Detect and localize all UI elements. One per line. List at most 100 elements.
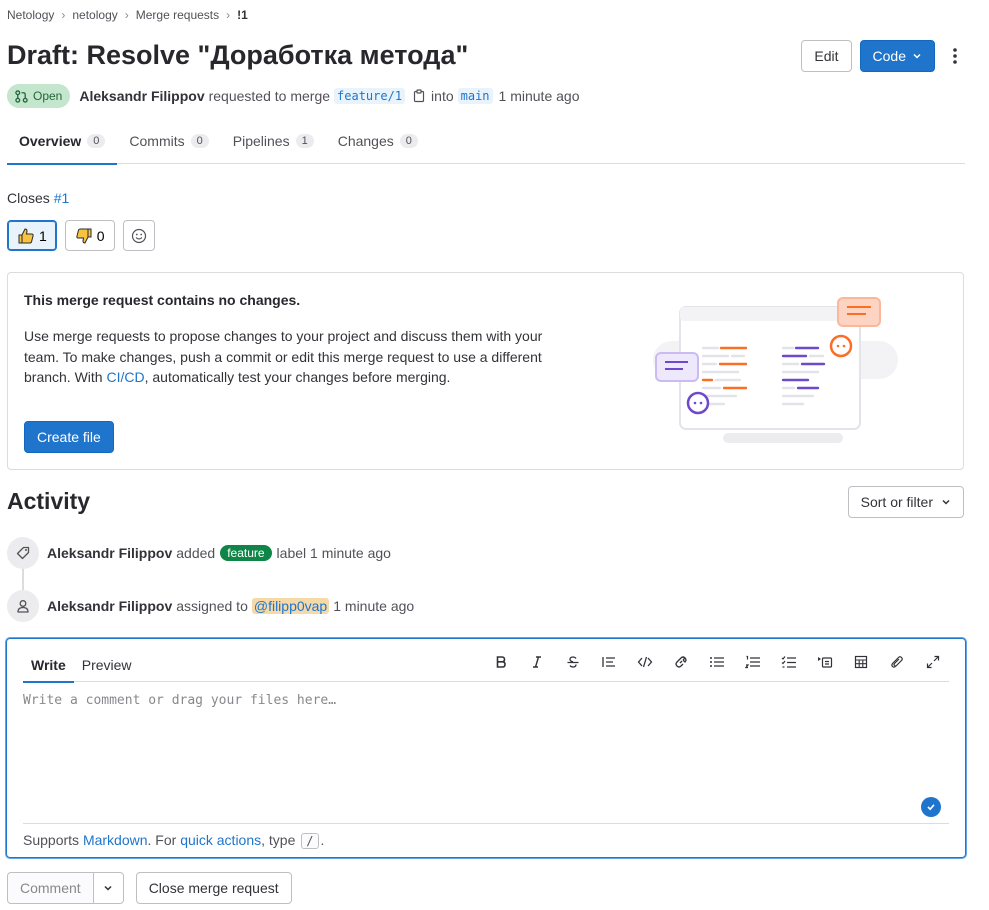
tab-pipelines[interactable]: Pipelines 1	[221, 118, 326, 164]
status-badge: Open	[7, 84, 71, 108]
event-author[interactable]: Aleksandr Filippov	[47, 545, 172, 561]
comment-split-button: Comment	[7, 872, 124, 904]
event-action: added	[176, 545, 216, 561]
comment-type-dropdown[interactable]	[93, 872, 124, 904]
thumbsup-count: 1	[39, 227, 47, 244]
event-author[interactable]: Aleksandr Filippov	[47, 598, 172, 614]
copy-icon[interactable]	[413, 89, 426, 103]
bold-icon[interactable]	[489, 651, 513, 673]
italic-icon[interactable]	[525, 651, 549, 673]
into-text: into	[431, 88, 454, 104]
thumbsdown-award-button[interactable]: 0	[64, 220, 115, 251]
tab-label: Commits	[129, 133, 185, 149]
table-icon[interactable]	[849, 651, 873, 673]
source-branch[interactable]: feature/1	[334, 88, 406, 104]
strikethrough-icon[interactable]	[561, 651, 585, 673]
thumbsdown-count: 0	[96, 227, 105, 244]
smiley-icon	[131, 228, 147, 244]
empty-state-text-end: , automatically test your changes before…	[144, 369, 451, 385]
chevron-down-icon	[103, 883, 113, 893]
create-file-button[interactable]: Create file	[24, 421, 114, 453]
breadcrumb: Netology › netology › Merge requests › !…	[7, 8, 248, 22]
tab-count: 0	[399, 134, 418, 148]
task-list-icon[interactable]	[777, 651, 801, 673]
breadcrumb-item-current[interactable]: !1	[237, 8, 248, 22]
user-icon	[7, 590, 39, 622]
page-title: Draft: Resolve "Доработка метода"	[7, 40, 469, 70]
empty-state-description: Use merge requests to propose changes to…	[24, 326, 564, 388]
tab-preview[interactable]: Preview	[74, 647, 140, 682]
footer-text: .	[320, 832, 325, 848]
markdown-link[interactable]: Markdown	[83, 832, 148, 848]
breadcrumb-item-project[interactable]: netology	[72, 8, 117, 22]
thumbs-up-icon	[17, 227, 35, 245]
tab-count: 0	[190, 134, 209, 148]
target-branch[interactable]: main	[457, 88, 493, 104]
empty-state-illustration	[628, 293, 908, 451]
tab-count: 1	[295, 134, 314, 148]
merge-request-tabs: Overview 0 Commits 0 Pipelines 1 Changes…	[7, 118, 965, 165]
label-badge[interactable]: feature	[220, 545, 272, 561]
tab-label: Changes	[337, 133, 394, 149]
code-button-label: Code	[872, 48, 906, 64]
sort-filter-dropdown[interactable]: Sort or filter	[847, 486, 964, 518]
bullet-list-icon[interactable]	[705, 651, 729, 673]
chevron-down-icon	[912, 51, 922, 61]
issue-link[interactable]: #1	[54, 190, 70, 206]
more-actions-kebab-icon[interactable]	[943, 40, 967, 72]
comment-button[interactable]: Comment	[7, 872, 94, 904]
merge-request-icon	[15, 89, 28, 103]
code-icon[interactable]	[633, 651, 657, 673]
tab-count: 0	[87, 134, 106, 148]
merge-request-meta: Open Aleksandr Filippov requested to mer…	[7, 84, 579, 108]
quote-icon[interactable]	[597, 651, 621, 673]
empty-changes-card: This merge request contains no changes. …	[7, 272, 964, 470]
close-merge-request-button[interactable]: Close merge request	[135, 872, 292, 904]
header-actions: Edit Code	[801, 40, 967, 72]
event-suffix: label 1 minute ago	[276, 545, 391, 561]
user-mention[interactable]: @filipp0vap	[251, 598, 330, 614]
requested-text: requested to merge	[208, 88, 331, 104]
closes-label: Closes	[7, 190, 50, 206]
breadcrumb-separator-icon: ›	[226, 8, 231, 22]
comment-textarea[interactable]	[23, 693, 949, 813]
check-circle-icon	[921, 797, 941, 817]
thumbs-down-icon	[75, 227, 93, 245]
label-icon	[7, 537, 39, 569]
sort-filter-label: Sort or filter	[860, 494, 933, 510]
comment-editor: Write Preview Supports Markdown. For qui…	[6, 638, 966, 858]
event-suffix: 1 minute ago	[333, 598, 415, 614]
event-action: assigned to	[176, 598, 248, 614]
link-icon[interactable]	[669, 651, 693, 673]
numbered-list-icon[interactable]	[741, 651, 765, 673]
markdown-toolbar	[489, 651, 945, 673]
activity-event-label: Aleksandr Filippov added feature label 1…	[7, 537, 391, 569]
attachment-icon[interactable]	[885, 651, 909, 673]
tab-label: Overview	[19, 133, 82, 149]
created-time: 1 minute ago	[498, 88, 580, 104]
tab-overview[interactable]: Overview 0	[7, 118, 118, 165]
fullscreen-icon[interactable]	[921, 651, 945, 673]
chevron-down-icon	[941, 497, 951, 507]
author-link[interactable]: Aleksandr Filippov	[79, 88, 204, 104]
breadcrumb-item-merge-requests[interactable]: Merge requests	[136, 8, 219, 22]
activity-heading: Activity	[7, 488, 91, 514]
tab-label: Pipelines	[232, 133, 290, 149]
breadcrumb-item-group[interactable]: Netology	[7, 8, 54, 22]
code-dropdown-button[interactable]: Code	[859, 40, 935, 72]
activity-event-assign: Aleksandr Filippov assigned to @filipp0v…	[7, 590, 414, 622]
tab-changes[interactable]: Changes 0	[326, 118, 430, 164]
award-emoji-bar: 1 0	[7, 220, 155, 251]
breadcrumb-separator-icon: ›	[61, 8, 66, 22]
edit-button[interactable]: Edit	[801, 40, 852, 72]
cicd-link[interactable]: CI/CD	[106, 369, 144, 385]
tab-commits[interactable]: Commits 0	[117, 118, 220, 164]
add-reaction-button[interactable]	[122, 220, 155, 251]
comment-actions: Comment Close merge request	[7, 872, 292, 904]
tab-write[interactable]: Write	[23, 647, 74, 683]
empty-state-heading: This merge request contains no changes.	[24, 292, 301, 308]
thumbsup-award-button[interactable]: 1	[7, 220, 57, 251]
editor-footer: Supports Markdown. For quick actions, ty…	[23, 823, 949, 849]
collapsible-section-icon[interactable]	[813, 651, 837, 673]
quick-actions-link[interactable]: quick actions	[180, 832, 261, 848]
